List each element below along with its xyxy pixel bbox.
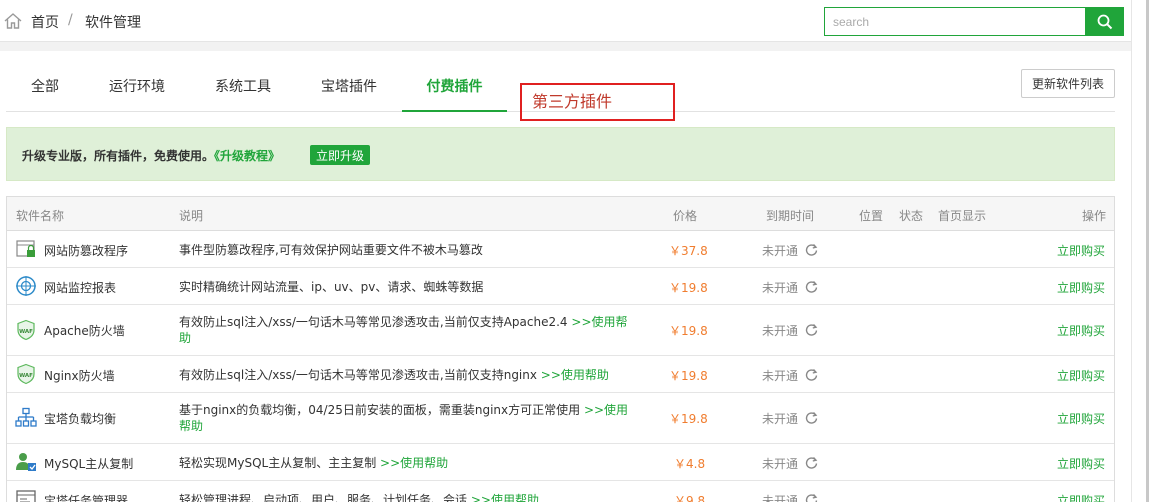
tab-all[interactable]: 全部 [18, 63, 72, 112]
software-desc: 轻松管理进程、启动项、用户、服务、计划任务、会话 >>使用帮助 [179, 492, 629, 502]
upgrade-tutorial-link[interactable]: 《升级教程》 [214, 149, 280, 163]
reload-icon[interactable] [805, 411, 818, 424]
software-price: ￥4.8 [674, 457, 706, 471]
task-manager-icon [16, 490, 36, 502]
top-bar: 首页 / 软件管理 [0, 0, 1131, 42]
breadcrumb-current: 软件管理 [85, 15, 141, 31]
tab-paid-plugins[interactable]: 付费插件 [402, 63, 507, 112]
software-name: Apache防火墙 [44, 324, 125, 338]
software-expire: 未开通 [762, 457, 799, 471]
upgrade-notice: 升级专业版，所有插件，免费使用。《升级教程》 立即升级 [6, 127, 1115, 181]
tab-bt-plugins[interactable]: 宝塔插件 [314, 63, 384, 112]
tab-bar: 全部 运行环境 系统工具 宝塔插件 付费插件 第三方插件 更新软件列表 [6, 63, 1115, 121]
buy-now-link[interactable]: 立即购买 [1057, 322, 1105, 339]
reload-icon[interactable] [805, 456, 818, 469]
software-price: ￥9.8 [674, 494, 706, 502]
software-name: 宝塔负载均衡 [44, 412, 117, 426]
reload-icon[interactable] [805, 243, 818, 256]
software-price: ￥19.8 [669, 281, 708, 295]
help-link[interactable]: >>使用帮助 [471, 493, 539, 502]
software-name: Nginx防火墙 [44, 369, 115, 383]
notice-message: 升级专业版，所有插件，免费使用。 [22, 149, 215, 163]
table-row: 网站防篡改程序 事件型防篡改程序,可有效保护网站重要文件不被木马篡改 ￥37.8… [7, 231, 1114, 268]
breadcrumb-home[interactable]: 首页 [31, 12, 59, 32]
desc-text: 有效防止sql注入/xss/一句话木马等常见渗透攻击,当前仅支持Apache2.… [179, 315, 572, 329]
reload-icon[interactable] [805, 323, 818, 336]
software-table: 软件名称 说明 价格 到期时间 位置 状态 首页显示 操作 网站防篡改程序 事件… [6, 196, 1115, 502]
desc-text: 轻松管理进程、启动项、用户、服务、计划任务、会话 [179, 493, 471, 502]
tab-runtime[interactable]: 运行环境 [102, 63, 172, 112]
software-expire: 未开通 [762, 412, 799, 426]
software-desc: 事件型防篡改程序,可有效保护网站重要文件不被木马篡改 [179, 243, 483, 257]
software-price: ￥19.8 [669, 369, 708, 383]
software-expire: 未开通 [762, 281, 799, 295]
header-action: 操作 [1082, 209, 1107, 223]
software-name: 网站监控报表 [44, 281, 117, 295]
search-input[interactable] [824, 7, 1086, 36]
buy-now-link[interactable]: 立即购买 [1057, 410, 1105, 427]
mysql-replication-icon [16, 453, 36, 471]
software-expire: 未开通 [762, 369, 799, 383]
software-expire: 未开通 [762, 494, 799, 502]
software-price: ￥19.8 [669, 324, 708, 338]
header-price: 价格 [673, 209, 698, 223]
software-desc: 实时精确统计网站流量、ip、uv、pv、请求、蜘蛛等数据 [179, 280, 484, 294]
software-name: 网站防篡改程序 [44, 244, 129, 258]
software-desc: 有效防止sql注入/xss/一句话木马等常见渗透攻击,当前仅支持nginx >>… [179, 367, 629, 383]
header-name: 软件名称 [16, 209, 65, 223]
table-row: 宝塔任务管理器 轻松管理进程、启动项、用户、服务、计划任务、会话 >>使用帮助 … [7, 481, 1114, 502]
help-link[interactable]: >>使用帮助 [380, 456, 448, 470]
reload-icon[interactable] [805, 368, 818, 381]
tamper-proof-icon [16, 240, 35, 257]
desc-text: 有效防止sql注入/xss/一句话木马等常见渗透攻击,当前仅支持nginx [179, 368, 541, 382]
buy-now-link[interactable]: 立即购买 [1057, 455, 1105, 472]
waf-shield-icon: WAF [17, 363, 35, 385]
desc-text: 基于nginx的负载均衡，04/25日前安装的面板，需重装nginx方可正常使用 [179, 403, 584, 417]
breadcrumb-separator: / [68, 12, 73, 28]
buy-now-link[interactable]: 立即购买 [1057, 279, 1105, 296]
search-icon [1097, 14, 1112, 29]
svg-text:WAF: WAF [19, 329, 33, 335]
header-homepage: 首页显示 [938, 209, 987, 223]
buy-now-link[interactable]: 立即购买 [1057, 367, 1105, 384]
software-expire: 未开通 [762, 244, 799, 258]
buy-now-link[interactable]: 立即购买 [1057, 242, 1105, 259]
reload-icon[interactable] [805, 280, 818, 293]
header-expire: 到期时间 [766, 209, 815, 223]
software-price: ￥19.8 [669, 412, 708, 426]
tab-third-party-plugins[interactable]: 第三方插件 [520, 83, 675, 121]
home-icon[interactable] [4, 12, 22, 30]
software-price: ￥37.8 [669, 244, 708, 258]
software-desc: 轻松实现MySQL主从复制、主主复制 >>使用帮助 [179, 455, 629, 471]
buy-now-link[interactable]: 立即购买 [1057, 492, 1105, 502]
desc-text: 轻松实现MySQL主从复制、主主复制 [179, 456, 381, 470]
header-desc: 说明 [179, 209, 204, 223]
tab-system-tools[interactable]: 系统工具 [208, 63, 278, 112]
software-name: 宝塔任务管理器 [44, 494, 129, 502]
search-button[interactable] [1085, 7, 1124, 36]
table-row: MySQL主从复制 轻松实现MySQL主从复制、主主复制 >>使用帮助 ￥4.8… [7, 444, 1114, 481]
table-row: WAF Nginx防火墙 有效防止sql注入/xss/一句话木马等常见渗透攻击,… [7, 356, 1114, 393]
help-link[interactable]: >>使用帮助 [541, 368, 609, 382]
header-status: 状态 [899, 209, 924, 223]
refresh-software-list-button[interactable]: 更新软件列表 [1021, 69, 1115, 98]
software-desc: 基于nginx的负载均衡，04/25日前安装的面板，需重装nginx方可正常使用… [179, 402, 629, 434]
table-row: WAF Apache防火墙 有效防止sql注入/xss/一句话木马等常见渗透攻击… [7, 305, 1114, 356]
table-header: 软件名称 说明 价格 到期时间 位置 状态 首页显示 操作 [7, 197, 1114, 231]
notice-text: 升级专业版，所有插件，免费使用。《升级教程》 [22, 147, 280, 164]
waf-shield-icon: WAF [17, 319, 35, 341]
software-name: MySQL主从复制 [44, 457, 134, 471]
load-balance-icon [15, 407, 37, 427]
upgrade-now-button[interactable]: 立即升级 [310, 145, 370, 165]
header-location: 位置 [859, 209, 884, 223]
software-expire: 未开通 [762, 324, 799, 338]
table-row: 网站监控报表 实时精确统计网站流量、ip、uv、pv、请求、蜘蛛等数据 ￥19.… [7, 268, 1114, 305]
main-panel: 全部 运行环境 系统工具 宝塔插件 付费插件 第三方插件 更新软件列表 升级专业… [0, 51, 1131, 502]
svg-text:WAF: WAF [19, 373, 33, 379]
monitor-report-icon [16, 276, 36, 296]
reload-icon[interactable] [805, 493, 818, 502]
software-desc: 有效防止sql注入/xss/一句话木马等常见渗透攻击,当前仅支持Apache2.… [179, 314, 629, 346]
table-row: 宝塔负载均衡 基于nginx的负载均衡，04/25日前安装的面板，需重装ngin… [7, 393, 1114, 444]
